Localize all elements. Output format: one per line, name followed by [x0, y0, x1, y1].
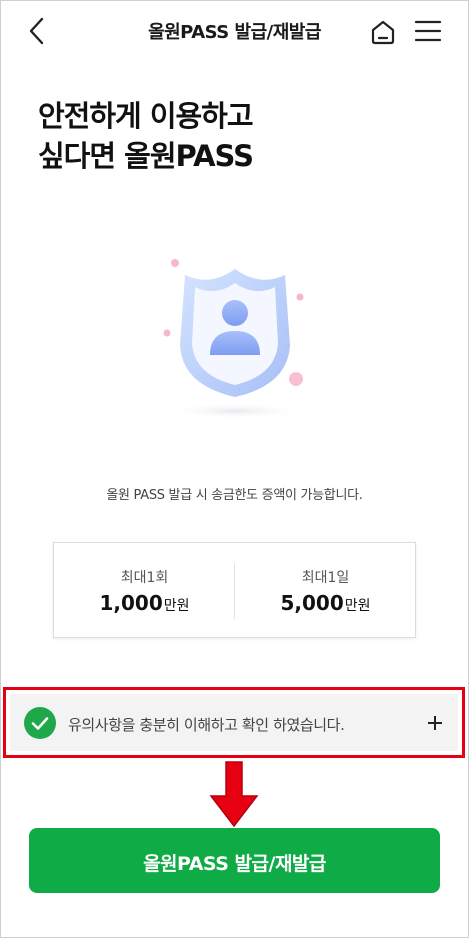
plus-icon[interactable] [426, 714, 444, 732]
shield-user-illustration [150, 245, 320, 435]
pass-description: 올원 PASS 발급 시 송금한도 증액이 가능합니다. [106, 488, 363, 503]
limit-per-time-label: 최대1회 [120, 570, 169, 586]
home-icon [371, 20, 395, 45]
notice-checkbox[interactable] [24, 707, 56, 739]
app-header: 올원PASS 발급/재발급 [0, 0, 469, 62]
limit-per-time: 최대1회 1,000만원 [54, 543, 235, 639]
transfer-limit-box: 최대1회 1,000만원 최대1일 5,000만원 [53, 542, 416, 638]
hamburger-menu-icon [414, 20, 442, 42]
notice-agreement-row[interactable]: 유의사항을 충분히 이해하고 확인 하였습니다. [10, 694, 458, 751]
limit-per-time-value: 1,000만원 [54, 591, 235, 615]
red-arrow-down-icon [209, 761, 259, 828]
headline-line-1: 안전하게 이용하고 [38, 99, 254, 133]
headline: 안전하게 이용하고 싶다면 올원PASS [38, 96, 254, 176]
shield-user-icon [163, 259, 305, 419]
check-icon [31, 717, 49, 730]
limit-per-day-label: 최대1일 [301, 570, 350, 586]
limit-per-day-amount: 5,000 [280, 591, 344, 615]
notice-text: 유의사항을 충분히 이해하고 확인 하였습니다. [68, 716, 345, 734]
limit-per-day-value: 5,000만원 [235, 591, 416, 615]
issue-pass-button[interactable]: 올원PASS 발급/재발급 [29, 828, 440, 893]
menu-button[interactable] [414, 18, 442, 44]
page-title: 올원PASS 발급/재발급 [148, 22, 321, 43]
limit-per-time-unit: 만원 [163, 598, 190, 614]
limit-per-day-unit: 만원 [344, 598, 371, 614]
headline-line-2: 싶다면 올원PASS [38, 139, 254, 173]
limit-per-day: 최대1일 5,000만원 [235, 543, 416, 639]
limit-per-time-amount: 1,000 [99, 591, 163, 615]
issue-pass-button-label: 올원PASS 발급/재발급 [143, 853, 326, 875]
home-button[interactable] [369, 18, 397, 46]
